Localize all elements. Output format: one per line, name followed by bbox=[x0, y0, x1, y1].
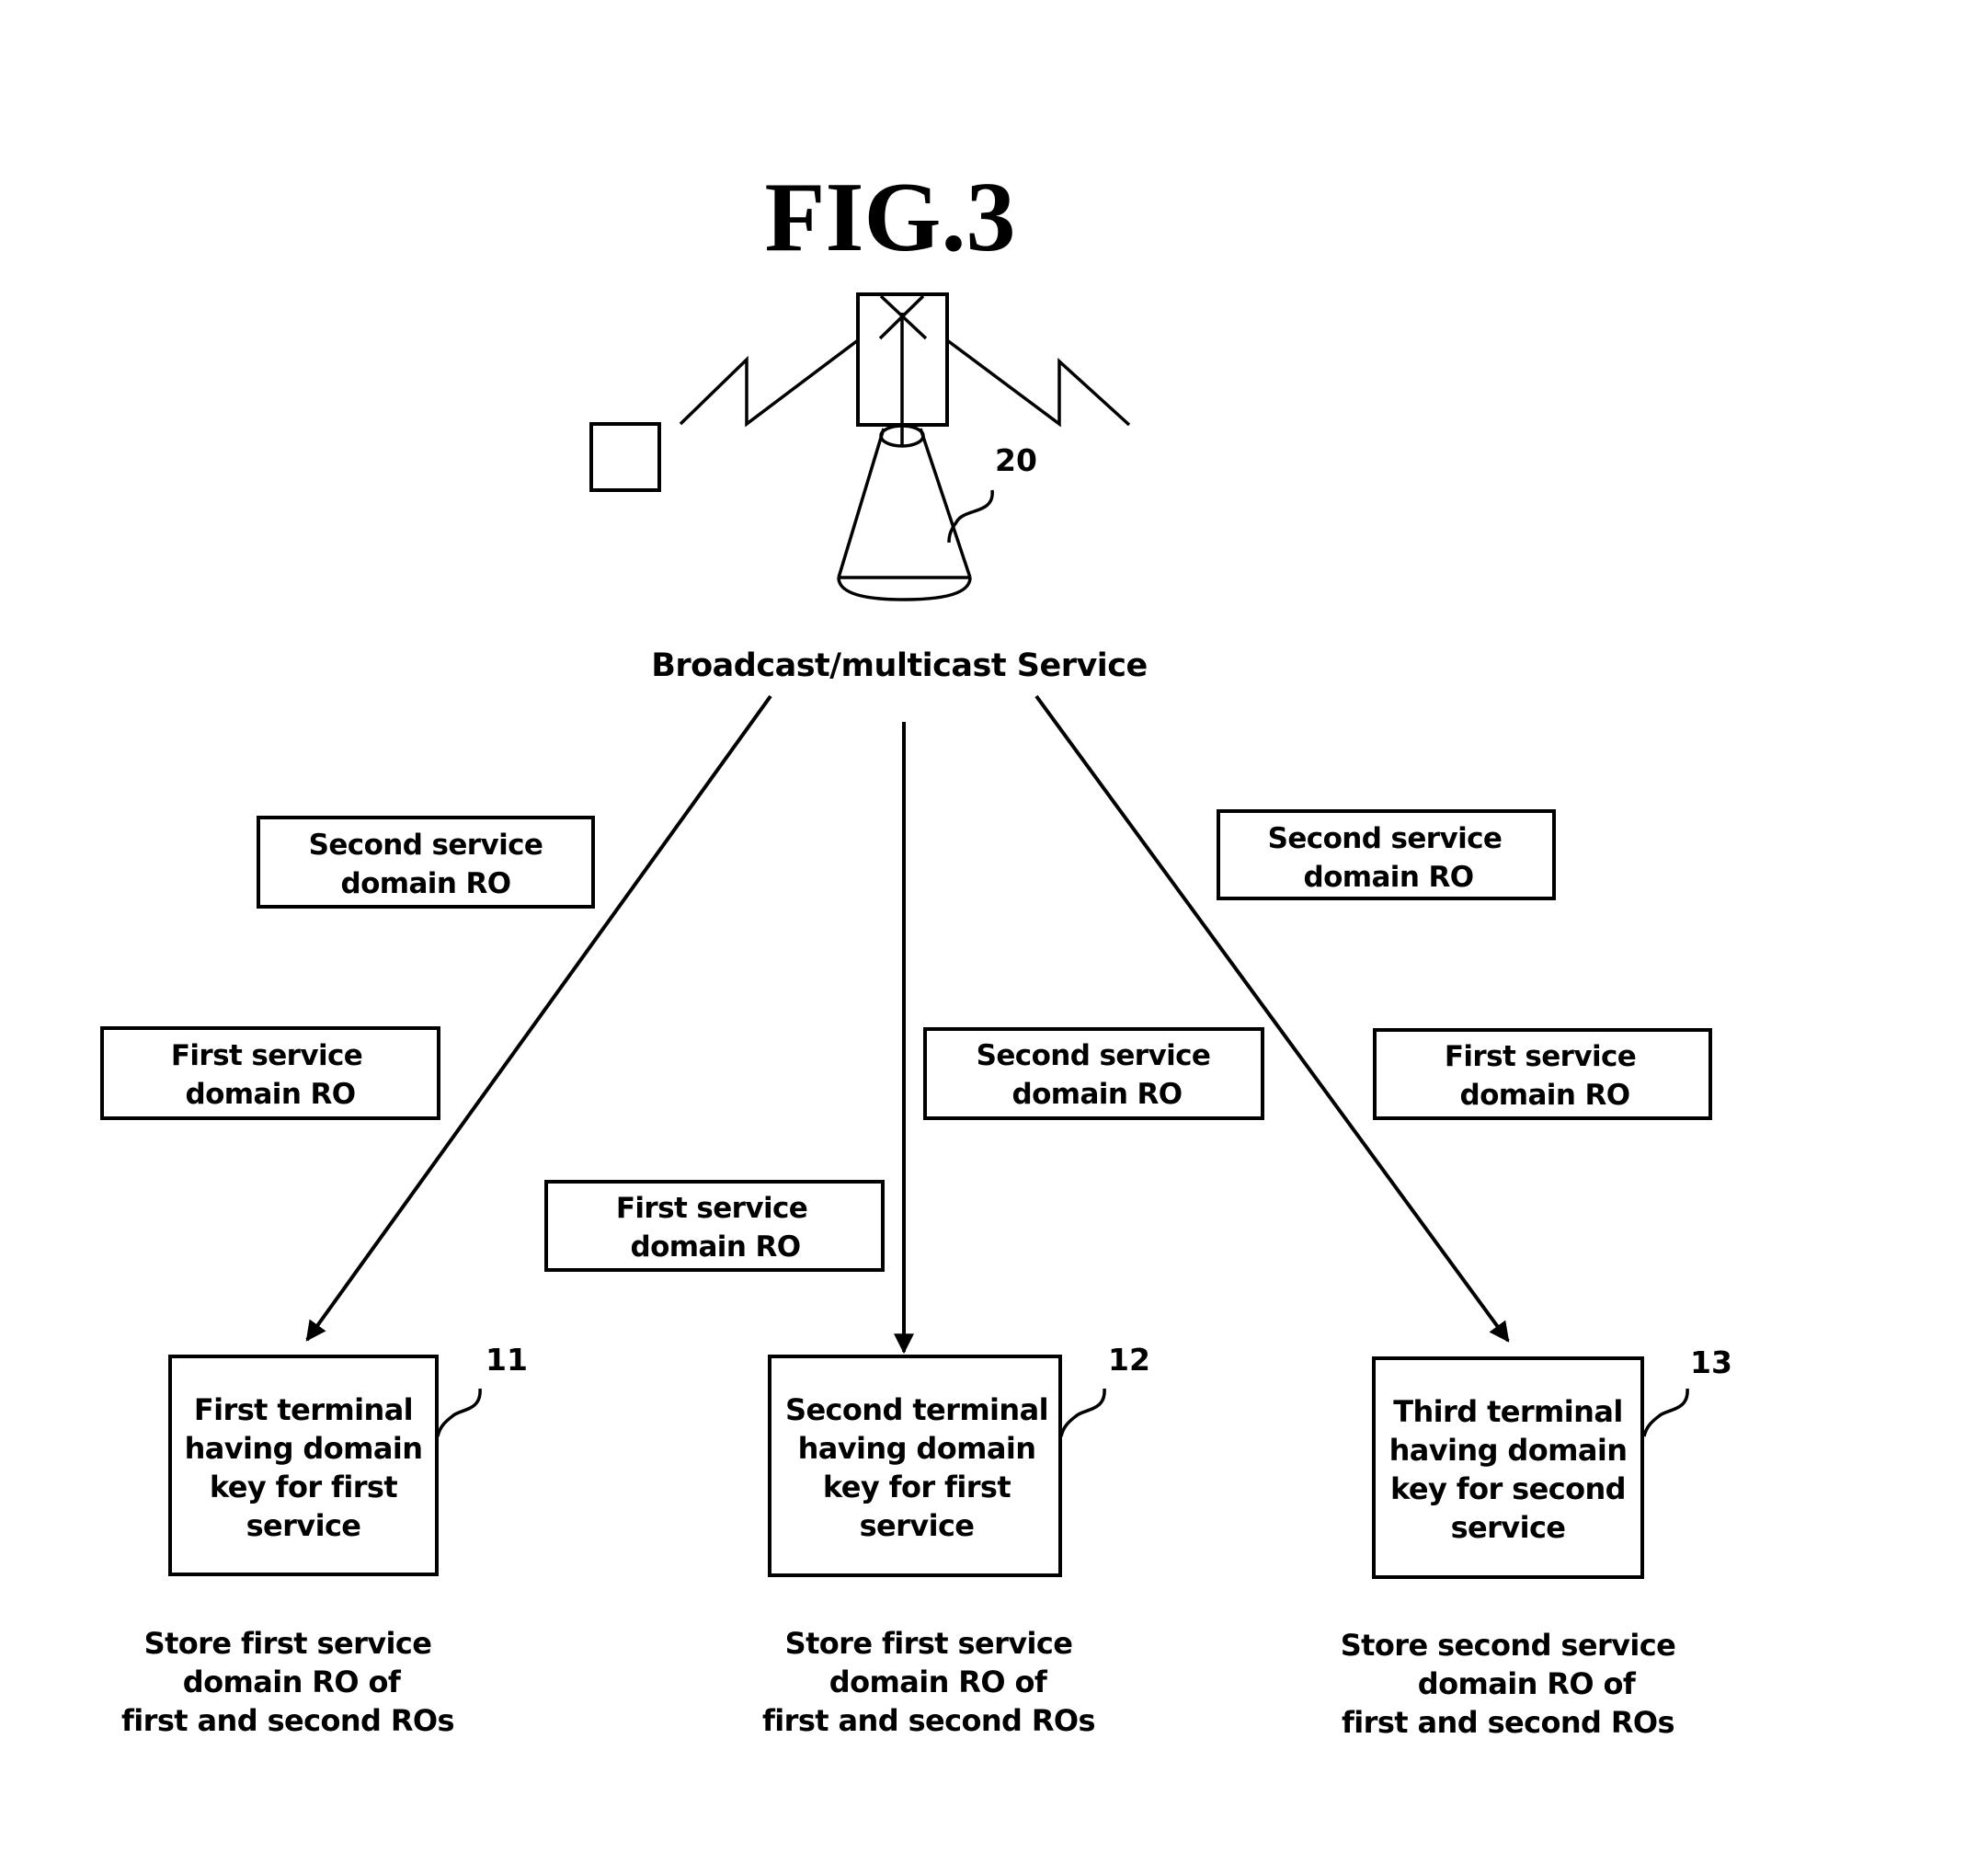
terminal-ref-number: 11 bbox=[486, 1342, 528, 1378]
terminal-line: having domain bbox=[185, 1431, 423, 1466]
terminal-line: service bbox=[1451, 1510, 1566, 1545]
ro-box-line: domain RO bbox=[340, 867, 510, 900]
terminal-13-caption: Store second service domain RO of first … bbox=[1341, 1628, 1676, 1740]
caption-line: domain RO of bbox=[1418, 1666, 1637, 1701]
ro-box-line: Second service bbox=[977, 1039, 1211, 1072]
broadcast-tower-icon bbox=[856, 292, 949, 446]
terminal-line: service bbox=[860, 1508, 975, 1543]
signal-zigzag-left bbox=[679, 338, 860, 428]
terminal-11: First terminal having domain key for fir… bbox=[168, 1342, 528, 1576]
ro-box-line: domain RO bbox=[1011, 1078, 1182, 1111]
caption-line: first and second ROs bbox=[121, 1703, 454, 1738]
terminal-line: having domain bbox=[1389, 1433, 1628, 1468]
terminal-line: having domain bbox=[798, 1431, 1036, 1466]
ro-box-left-second: Second service domain RO bbox=[257, 816, 595, 909]
terminal-ref-number: 12 bbox=[1108, 1342, 1150, 1378]
cone-base-icon bbox=[837, 424, 972, 601]
terminal-ref-number: 13 bbox=[1690, 1344, 1732, 1380]
terminal-line: key for second bbox=[1390, 1471, 1626, 1506]
caption-line: domain RO of bbox=[183, 1664, 402, 1699]
caption-line: Store second service bbox=[1341, 1628, 1676, 1663]
cone-left-side bbox=[837, 428, 886, 578]
terminal-line: First terminal bbox=[194, 1392, 413, 1427]
ro-box-line: domain RO bbox=[1459, 1079, 1629, 1112]
caption-line: first and second ROs bbox=[762, 1703, 1095, 1738]
ro-box-line: domain RO bbox=[1303, 861, 1473, 894]
ro-box-line: First service bbox=[1445, 1040, 1636, 1073]
source-label: Broadcast/multicast Service bbox=[651, 647, 1148, 684]
fig3-diagram: FIG.3 20 Broadcast/multicast Service Sec… bbox=[100, 163, 1732, 1740]
terminal-leader-line bbox=[1059, 1388, 1106, 1437]
signal-zigzag-right bbox=[945, 338, 1131, 428]
ro-box-line: domain RO bbox=[630, 1230, 800, 1264]
ro-box-line: First service bbox=[171, 1039, 362, 1072]
terminal-leader-line bbox=[1642, 1388, 1689, 1437]
terminal-line: Second terminal bbox=[785, 1392, 1048, 1427]
caption-line: first and second ROs bbox=[1342, 1705, 1674, 1740]
ro-box-line: Second service bbox=[1268, 822, 1503, 855]
ro-box-left-first: First service domain RO bbox=[100, 1026, 440, 1120]
ro-box-line: Second service bbox=[309, 829, 543, 862]
caption-line: Store first service bbox=[144, 1626, 432, 1661]
terminal-12-caption: Store first service domain RO of first a… bbox=[762, 1626, 1096, 1738]
terminal-leader-line bbox=[436, 1388, 482, 1437]
receiver-square-icon bbox=[589, 422, 661, 492]
ro-box-line: domain RO bbox=[185, 1078, 355, 1111]
terminal-12: Second terminal having domain key for fi… bbox=[768, 1342, 1150, 1577]
caption-line: domain RO of bbox=[829, 1664, 1048, 1699]
terminal-11-caption: Store first service domain RO of first a… bbox=[121, 1626, 455, 1738]
source-ref-number: 20 bbox=[995, 442, 1037, 478]
terminal-line: key for first bbox=[823, 1470, 1011, 1504]
terminal-13: Third terminal having domain key for sec… bbox=[1372, 1344, 1732, 1579]
ro-box-middle-second: Second service domain RO bbox=[923, 1027, 1264, 1120]
ro-box-line: First service bbox=[616, 1192, 807, 1225]
ro-box-middle-first: First service domain RO bbox=[544, 1180, 885, 1272]
figure-title: FIG.3 bbox=[764, 163, 1015, 272]
caption-line: Store first service bbox=[785, 1626, 1073, 1661]
ro-box-right-second: Second service domain RO bbox=[1217, 809, 1556, 900]
terminal-line: key for first bbox=[210, 1470, 397, 1504]
lightning-signal-icon bbox=[679, 338, 1131, 428]
ro-box-right-first: First service domain RO bbox=[1373, 1028, 1712, 1120]
cone-base-arc bbox=[837, 577, 972, 601]
terminal-line: Third terminal bbox=[1393, 1394, 1622, 1429]
cone-right-side bbox=[919, 428, 972, 578]
terminal-line: service bbox=[246, 1508, 361, 1543]
arrow-to-terminal-13 bbox=[1034, 694, 1510, 1343]
